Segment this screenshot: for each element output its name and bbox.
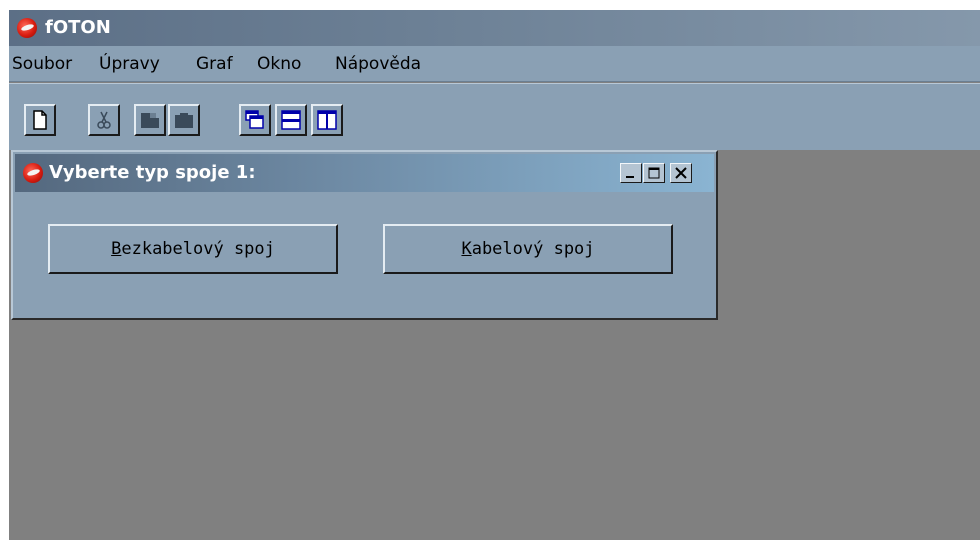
menu-napoveda[interactable]: Nápověda xyxy=(335,46,421,82)
tile-vertical-button[interactable] xyxy=(311,104,343,136)
tile-horizontal-icon xyxy=(281,110,301,130)
menu-upravy[interactable]: Úpravy xyxy=(99,46,160,82)
dialog-title-bar[interactable]: Vyberte typ spoje 1: xyxy=(15,154,714,192)
menu-soubor[interactable]: Soubor xyxy=(12,46,72,82)
connection-type-dialog: Vyberte typ spoje 1: Bezkabelový spoj Ka… xyxy=(11,150,718,320)
main-title-bar[interactable]: fOTON xyxy=(9,10,980,46)
wireless-mnemonic: B xyxy=(111,239,122,259)
cable-mnemonic: K xyxy=(461,239,472,259)
workspace-area xyxy=(718,150,980,540)
new-document-button[interactable] xyxy=(24,104,56,136)
tile-horizontal-button[interactable] xyxy=(275,104,307,136)
paste-icon xyxy=(175,113,193,128)
cut-button[interactable] xyxy=(88,104,120,136)
maximize-button[interactable] xyxy=(643,163,665,183)
maximize-icon xyxy=(648,167,660,179)
paste-button[interactable] xyxy=(168,104,200,136)
dialog-logo-icon[interactable] xyxy=(23,163,43,183)
cut-icon xyxy=(97,111,111,129)
close-button[interactable] xyxy=(670,163,692,183)
wireless-connection-button[interactable]: Bezkabelový spoj xyxy=(48,224,338,274)
wireless-label: ezkabelový spoj xyxy=(121,239,275,259)
cascade-windows-icon xyxy=(245,110,264,129)
new-document-icon xyxy=(33,110,47,130)
close-icon xyxy=(675,167,687,179)
copy-button[interactable] xyxy=(134,104,166,136)
minimize-button[interactable] xyxy=(620,163,642,183)
app-title: fOTON xyxy=(45,17,111,38)
cable-connection-button[interactable]: Kabelový spoj xyxy=(383,224,673,274)
tile-vertical-icon xyxy=(317,110,337,130)
menu-okno[interactable]: Okno xyxy=(257,46,301,82)
dialog-title: Vyberte typ spoje 1: xyxy=(49,162,256,183)
menu-bar: Soubor Úpravy Graf Okno Nápověda xyxy=(9,46,980,82)
cable-label: abelový spoj xyxy=(471,239,595,259)
toolbar xyxy=(9,83,980,150)
cascade-windows-button[interactable] xyxy=(239,104,271,136)
minimize-icon xyxy=(626,176,634,178)
app-logo-icon[interactable] xyxy=(17,18,37,38)
copy-icon xyxy=(141,113,159,128)
app-window: fOTON Soubor Úpravy Graf Okno Nápověda V… xyxy=(9,10,980,540)
menu-graf[interactable]: Graf xyxy=(196,46,233,82)
